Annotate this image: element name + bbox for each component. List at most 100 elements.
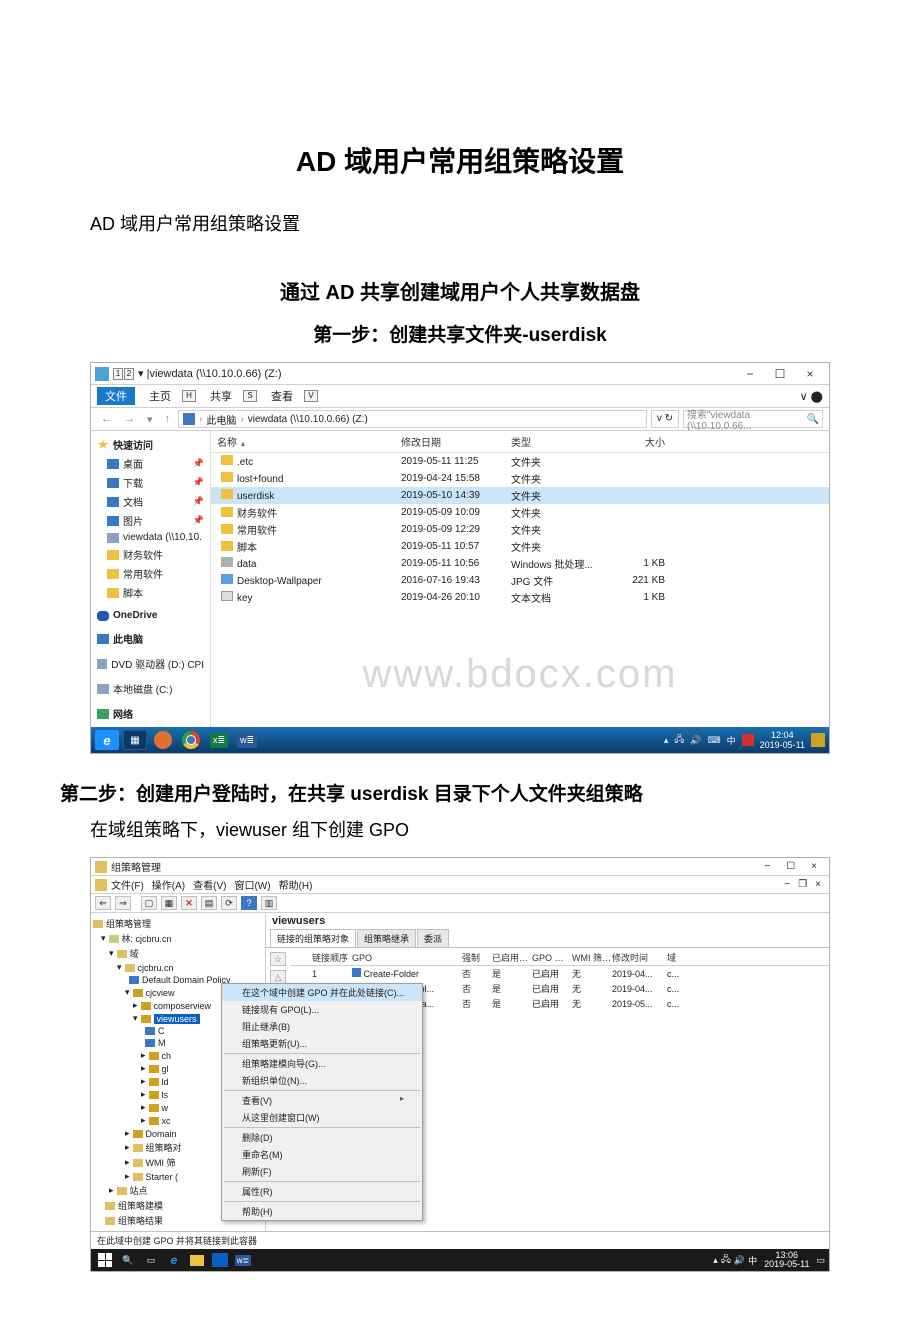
file-row[interactable]: 财务软件2019-05-09 10:09文件夹: [211, 504, 829, 521]
tray-volume-icon[interactable]: 🔊: [690, 735, 701, 746]
sidebar-item-quick[interactable]: 快速访问: [93, 435, 208, 454]
order-up[interactable]: △: [270, 970, 286, 984]
taskbar-word-icon[interactable]: w≣: [235, 730, 259, 750]
refresh-button[interactable]: v ↻: [651, 410, 679, 428]
file-row[interactable]: userdisk2019-05-10 14:39文件夹: [211, 487, 829, 504]
tool-props[interactable]: ▤: [201, 896, 217, 910]
crumb-drive[interactable]: viewdata (\\10.10.0.66) (Z:): [248, 414, 368, 425]
tb2-notif-icon[interactable]: ▭: [816, 1255, 825, 1266]
tray-ime-icon[interactable]: 中: [727, 734, 736, 747]
ctx-gp-update[interactable]: 组策略更新(U)...: [222, 1035, 422, 1052]
order-top[interactable]: ☆: [270, 952, 286, 966]
sidebar-item-fin[interactable]: 财务软件: [93, 545, 208, 564]
tree-root[interactable]: 组策略管理: [93, 916, 263, 931]
sidebar-item-scripts[interactable]: 脚本: [93, 583, 208, 602]
start-button[interactable]: [95, 1251, 115, 1269]
ctx-help[interactable]: 帮助(H): [222, 1203, 422, 1220]
minimize-button[interactable]: −: [735, 367, 765, 381]
sidebar-item-viewdata[interactable]: viewdata (\\10.10.: [93, 530, 208, 545]
forward-button[interactable]: →: [120, 413, 139, 425]
gpmc-menu-help[interactable]: 帮助(H): [279, 877, 313, 892]
tool-up[interactable]: ▢: [141, 896, 157, 910]
file-row[interactable]: 脚本2019-05-11 10:57文件夹: [211, 538, 829, 555]
tool-delete[interactable]: ✕: [181, 896, 197, 910]
col-date[interactable]: 修改日期: [401, 434, 511, 449]
sidebar-item-desktop[interactable]: 桌面📌: [93, 454, 208, 473]
col-link[interactable]: 已启用链接: [492, 951, 532, 964]
tb2-tray-up[interactable]: ▴: [713, 1255, 718, 1266]
file-row[interactable]: 常用软件2019-05-09 12:29文件夹: [211, 521, 829, 538]
taskbar-excel-icon[interactable]: x≣: [207, 730, 231, 750]
crumb-pc[interactable]: 此电脑: [206, 412, 236, 427]
maximize-button[interactable]: ☐: [765, 367, 795, 381]
tree-forest[interactable]: ▾ 林: cjcbru.cn: [93, 931, 263, 946]
tb2-ie-icon[interactable]: e: [164, 1251, 184, 1269]
tray-keyboard-icon[interactable]: ⌨: [708, 735, 721, 746]
ctx-refresh[interactable]: 刷新(F): [222, 1163, 422, 1180]
tb2-explorer-icon[interactable]: [187, 1251, 207, 1269]
col-gpo[interactable]: GPO: [352, 953, 462, 963]
sidebar-item-documents[interactable]: 文档📌: [93, 492, 208, 511]
tool-new[interactable]: ▦: [161, 896, 177, 910]
col-size[interactable]: 大小: [611, 434, 671, 449]
taskbar-ie-icon[interactable]: e: [95, 730, 119, 750]
ctx-view[interactable]: 查看(V): [222, 1092, 422, 1109]
ctx-block-inherit[interactable]: 阻止继承(B): [222, 1018, 422, 1035]
gpo-row[interactable]: 1 Create-Folder否是已启用无2019-04...c...: [290, 966, 829, 981]
tab-delegation[interactable]: 委派: [417, 929, 449, 947]
tray-network-icon[interactable]: 🖧: [674, 732, 684, 748]
tb2-clock[interactable]: 13:06 2019-05-11: [764, 1251, 809, 1269]
sidebar-item-localc[interactable]: 本地磁盘 (C:): [93, 679, 208, 698]
sidebar-item-common[interactable]: 常用软件: [93, 564, 208, 583]
sidebar-item-downloads[interactable]: 下载📌: [93, 473, 208, 492]
file-row[interactable]: key2019-04-26 20:10文本文档1 KB: [211, 589, 829, 606]
gpmc-menu-action[interactable]: 操作(A): [152, 877, 185, 892]
search-input[interactable]: 搜索"viewdata (\\10.10.0.66... 🔍: [683, 410, 823, 428]
close-button[interactable]: ×: [795, 367, 825, 381]
gpmc-minimize[interactable]: −: [756, 861, 778, 872]
tab-linked-gpo[interactable]: 链接的组策略对象: [270, 929, 356, 947]
ctx-new-ou[interactable]: 新组织单位(N)...: [222, 1072, 422, 1089]
col-modified[interactable]: 修改时间: [612, 951, 667, 964]
col-domain[interactable]: 域: [667, 951, 687, 964]
tab-inheritance[interactable]: 组策略继承: [357, 929, 416, 947]
recent-button[interactable]: ▾: [143, 413, 157, 426]
tab-view[interactable]: 查看: [265, 387, 299, 405]
ctx-delete[interactable]: 删除(D): [222, 1129, 422, 1146]
tab-share[interactable]: 共享: [204, 387, 238, 405]
tool-forward[interactable]: ⇒: [115, 896, 131, 910]
gpmc-close[interactable]: ×: [803, 861, 825, 872]
col-wmi[interactable]: WMI 筛选器: [572, 951, 612, 964]
col-type[interactable]: 类型: [511, 434, 611, 449]
up-button[interactable]: ↑: [161, 413, 175, 425]
tray-shield-icon[interactable]: [742, 734, 754, 746]
tab-home[interactable]: 主页: [143, 387, 177, 405]
tool-help[interactable]: ?: [241, 896, 257, 910]
ctx-properties[interactable]: 属性(R): [222, 1183, 422, 1200]
tray-clock[interactable]: 12:04 2019-05-11: [760, 730, 805, 750]
taskbar-firefox-icon[interactable]: [151, 730, 175, 750]
file-row[interactable]: lost+found2019-04-24 15:58文件夹: [211, 470, 829, 487]
tb2-servermgr-icon[interactable]: [210, 1251, 230, 1269]
gpmc-doc-restore[interactable]: −: [780, 879, 794, 890]
gpmc-maximize[interactable]: ☐: [778, 861, 803, 872]
tool-filter[interactable]: ▥: [261, 896, 277, 910]
col-enforced[interactable]: 强制: [462, 951, 492, 964]
tray-up-icon[interactable]: ▴: [664, 735, 669, 746]
tab-file[interactable]: 文件: [97, 387, 135, 405]
tb2-word-icon[interactable]: w≣: [233, 1251, 253, 1269]
gpmc-menu-file[interactable]: 文件(F): [111, 877, 144, 892]
file-row[interactable]: .etc2019-05-11 11:25文件夹: [211, 453, 829, 470]
file-row[interactable]: Desktop-Wallpaper2016-07-16 19:43JPG 文件2…: [211, 572, 829, 589]
col-order[interactable]: 链接顺序: [312, 951, 352, 964]
breadcrumb[interactable]: › 此电脑 › viewdata (\\10.10.0.66) (Z:): [178, 410, 647, 428]
tb2-tray-vol[interactable]: 🔊: [734, 1255, 745, 1266]
gpmc-menu-window[interactable]: 窗口(W): [234, 877, 270, 892]
tb2-tray-ime[interactable]: 中: [748, 1254, 757, 1267]
sidebar-item-onedrive[interactable]: OneDrive: [93, 608, 208, 623]
tb2-search-icon[interactable]: 🔍: [118, 1251, 138, 1269]
taskbar-chrome-icon[interactable]: [179, 730, 203, 750]
sidebar-item-dvd[interactable]: DVD 驱动器 (D:) CPI: [93, 654, 208, 673]
ctx-new-window[interactable]: 从这里创建窗口(W): [222, 1109, 422, 1126]
tool-back[interactable]: ⇐: [95, 896, 111, 910]
